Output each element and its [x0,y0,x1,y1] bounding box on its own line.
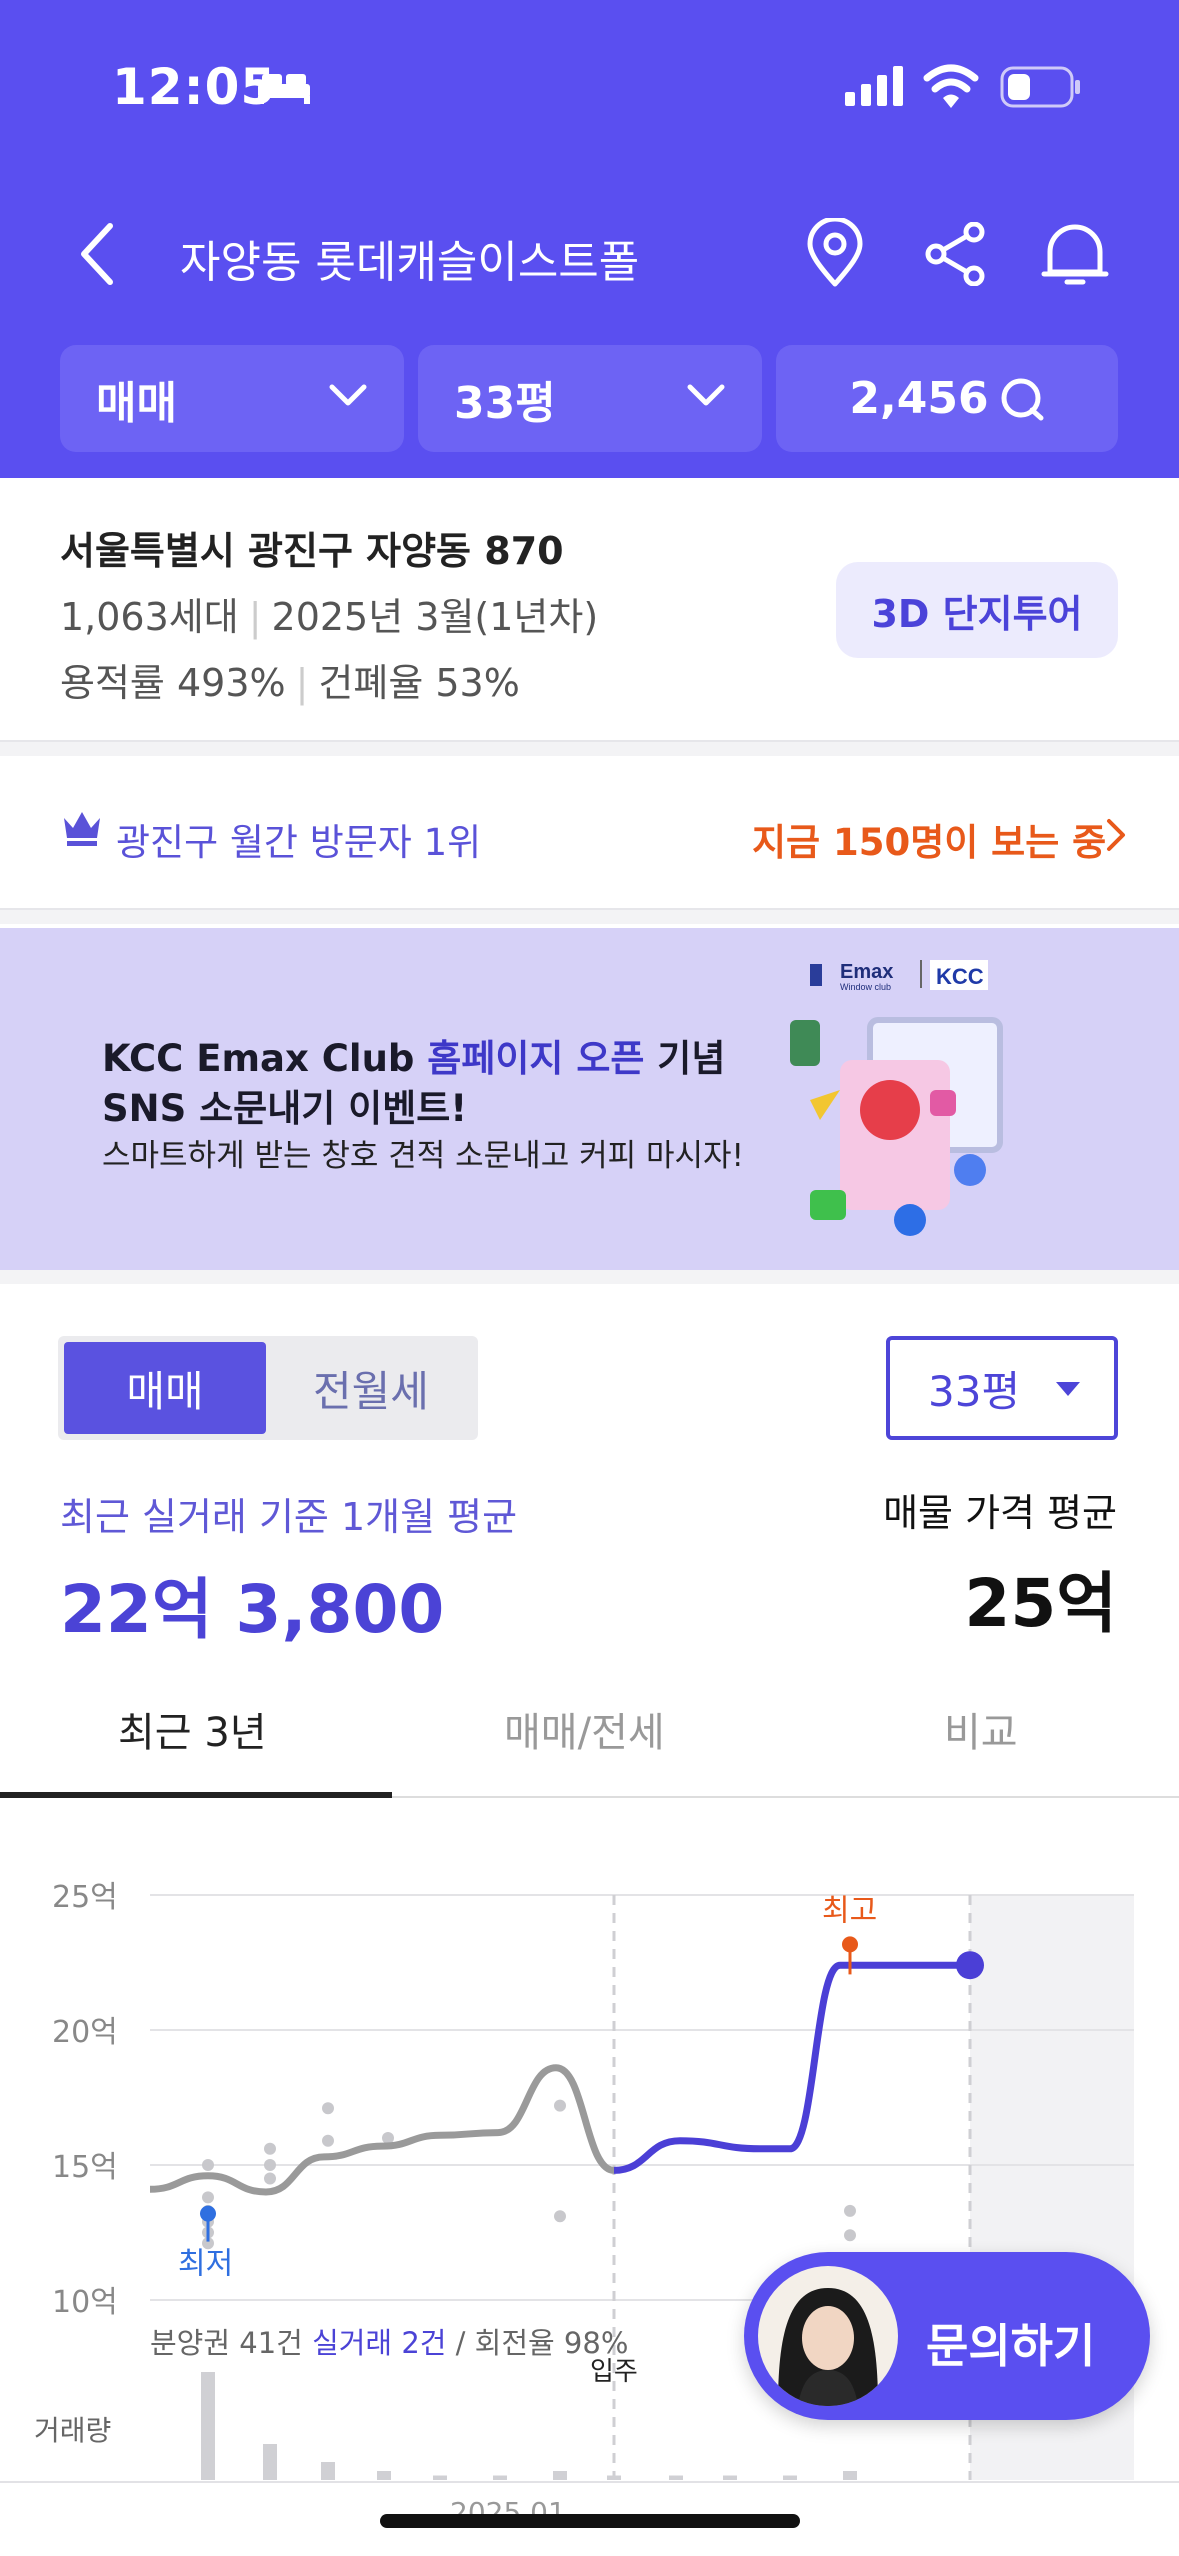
section-divider [0,908,1179,924]
size-filter[interactable]: 33평 [418,345,762,452]
transaction-dot [554,2210,566,2223]
volume-bar [553,2471,567,2480]
current-point [956,1951,984,1980]
tab-active-indicator [0,1792,392,1798]
bed-icon [258,74,310,104]
move-in-label: 입주 [590,2357,638,2387]
size-filter-label: 33평 [454,377,556,429]
volume-axis-label: 거래량 [34,2414,111,2447]
complex-meta-line2: 용적률 493% | 건폐율 53% [60,661,520,705]
comments-button[interactable]: 2,456 [776,345,1118,452]
chat-bubble-icon [1001,378,1044,420]
back-chevron-icon[interactable] [78,222,118,286]
transaction-dot [202,2191,214,2204]
transaction-dot [844,2229,856,2242]
transaction-dot [264,2142,276,2155]
brand-kcc: KCC [936,964,984,989]
built-date: 2025년 3월(1년차) [271,595,599,639]
page-title: 자양동 롯데캐슬이스트폴 [180,237,640,288]
households: 1,063세대 [60,595,239,639]
transaction-dot [264,2159,276,2171]
volume-bar [377,2471,391,2480]
y-tick-label: 10억 [52,2285,118,2320]
series-past-line [149,2064,615,2196]
chart-stats: 분양권 41건 실거래 2건 / 회전율 98% [150,2326,628,2360]
brand-emax: Emax [840,961,893,983]
volume-bar [433,2475,447,2480]
size-select-value: 33평 [928,1366,1021,1416]
comment-count: 2,456 [849,373,989,424]
avg-price-label: 최근 실거래 기준 1개월 평균 [60,1495,518,1539]
avg-price-value: 22억 3,800 [60,1571,445,1648]
share-icon[interactable] [924,222,988,286]
complex-meta-line1: 1,063세대 | 2025년 3월(1년차) [60,595,599,639]
transaction-dot [322,2102,334,2115]
status-time: 12:05 [112,58,277,116]
volume-bar [493,2475,507,2480]
tab-recent-3y[interactable]: 최근 3년 [118,1700,267,1758]
3d-tour-button[interactable]: 3D 단지투어 [836,562,1118,658]
y-tick-label: 20억 [52,2015,118,2050]
size-select[interactable]: 33평 [886,1336,1118,1440]
listing-price-label: 매물 가격 평균 [883,1491,1117,1535]
volume-bar [607,2475,621,2480]
volume-bar [783,2475,797,2480]
volume-bar [201,2372,215,2480]
banner-caption: 스마트하게 받는 창호 견적 소문내고 커피 마시자! [102,1138,744,1174]
location-pin-icon[interactable] [805,218,865,288]
banner-headline-highlight: 홈페이지 오픈 [427,1037,645,1080]
banner-subheadline: SNS 소문내기 이벤트! [102,1087,468,1130]
transaction-dot [844,2204,856,2217]
wifi-icon [923,64,979,108]
promo-illustration: Emax Window club KCC [790,960,1003,1236]
brand-emax-sub: Window club [840,982,891,992]
chevron-right-icon [1107,819,1125,851]
segment-rent[interactable]: 전월세 [268,1342,474,1434]
banner-headline-a: KCC Emax Club [102,1037,428,1080]
min-label: 최저 [178,2247,233,2282]
tab-sale-jeonse[interactable]: 매매/전세 [504,1700,665,1758]
visitor-rank-text: 광진구 월간 방문자 1위 [116,821,482,864]
live-viewers-link[interactable]: 지금 150명이 보는 중 [752,812,1106,866]
banner-headline: KCC Emax Club 홈페이지 오픈 기념 [102,1028,725,1082]
section-divider [0,1270,1179,1284]
chevron-down-icon [687,384,725,406]
series-recent-line [613,1961,970,2174]
coverage-ratio: 건폐율 53% [318,661,520,705]
y-tick-label: 15억 [52,2150,118,2185]
crown-icon [64,812,100,846]
bell-icon[interactable] [1040,218,1110,288]
agent-avatar [758,2266,898,2406]
home-indicator [380,2514,800,2528]
caret-down-icon [1056,1382,1080,1396]
segment-sale[interactable]: 매매 [64,1342,266,1434]
complex-address: 서울특별시 광진구 자양동 870 [60,529,564,573]
volume-bar [843,2471,857,2480]
inquiry-label: 문의하기 [926,2319,1096,2373]
y-tick-label: 25억 [52,1880,118,1915]
transaction-dot [202,2159,214,2171]
volume-bar [263,2444,277,2480]
max-marker-dot [842,1936,858,1953]
section-divider [0,740,1179,756]
volume-bar [723,2475,737,2480]
banner-headline-b: 기념 [644,1037,726,1080]
price-chart[interactable]: 25억 20억 15억 10억 최고최저분양권 41건 실거래 2건 / 회전율 98%… [0,1840,1179,2540]
volume-bar [669,2475,683,2480]
floor-area-ratio: 용적률 493% [60,661,286,705]
inquiry-button[interactable]: 문의하기 [744,2252,1150,2420]
trade-type-filter[interactable]: 매매 [60,345,404,452]
transaction-dot [322,2134,334,2147]
listing-price-value: 25억 [964,1565,1117,1642]
transaction-dot [264,2172,276,2185]
cellular-signal-icon [845,66,903,106]
tab-compare[interactable]: 비교 [944,1700,1018,1758]
chevron-down-icon [329,384,367,406]
trade-type-label: 매매 [96,377,177,429]
battery-icon [1000,66,1080,108]
transaction-dot [554,2099,566,2112]
volume-bar [321,2462,335,2480]
max-label: 최고 [822,1893,877,1928]
